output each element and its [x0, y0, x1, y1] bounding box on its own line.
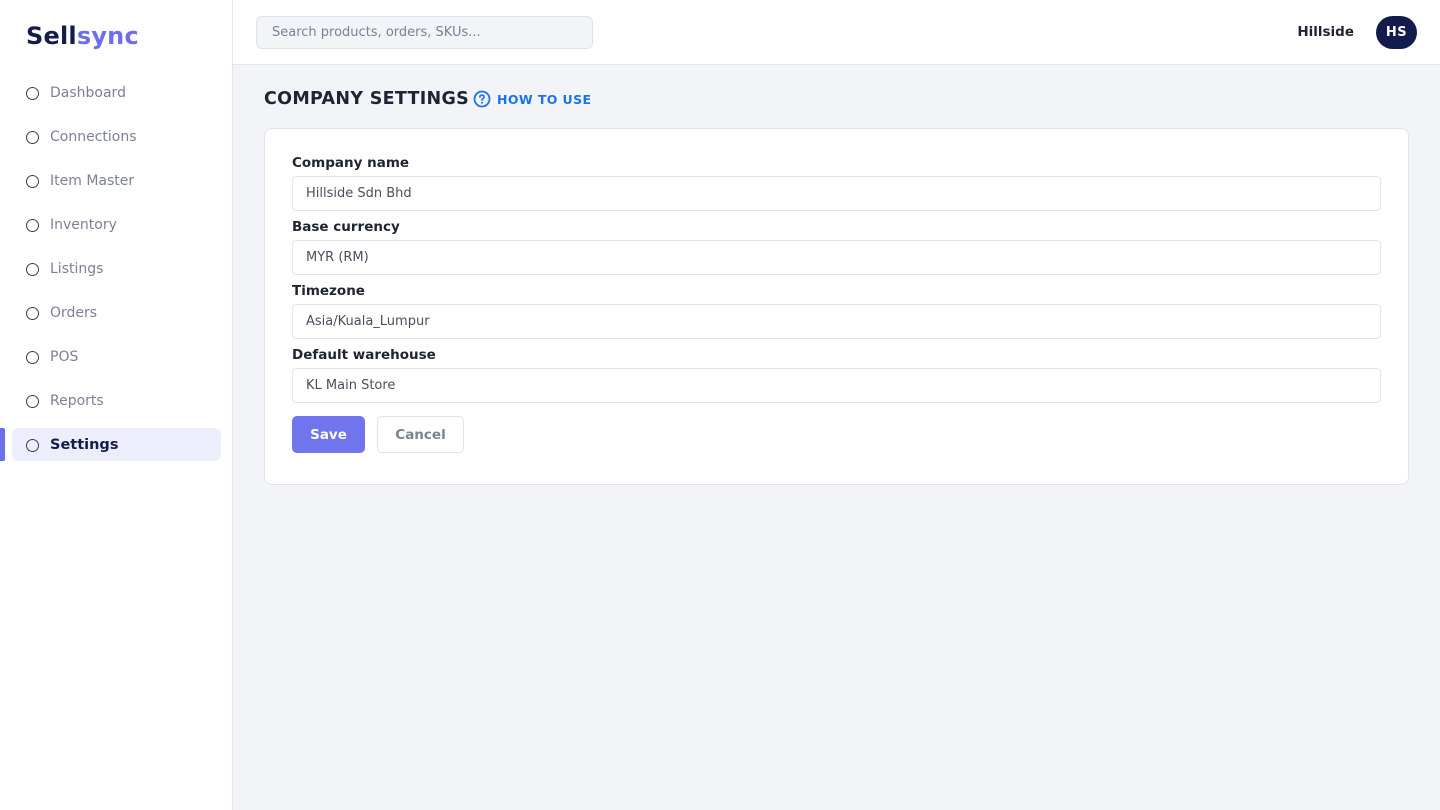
logo-part-2: sync — [76, 22, 139, 50]
default-warehouse-input[interactable] — [292, 368, 1381, 403]
sidebar-item-reports[interactable]: Reports — [0, 384, 232, 418]
help-circle-icon — [473, 90, 491, 108]
base-currency-label: Base currency — [292, 219, 400, 235]
sidebar-item-connections[interactable]: Connections — [0, 120, 232, 154]
save-button[interactable]: Save — [292, 416, 365, 453]
how-to-use-link[interactable]: HOW TO USE — [473, 90, 591, 108]
active-indicator — [0, 428, 5, 461]
search-input[interactable] — [256, 16, 593, 49]
sidebar-item-label: Orders — [50, 305, 98, 321]
sidebar-item-label: Dashboard — [50, 85, 126, 101]
cancel-button[interactable]: Cancel — [377, 416, 464, 453]
sidebar-item-label: Reports — [50, 393, 104, 409]
avatar[interactable]: HS — [1376, 16, 1417, 49]
default-warehouse-label: Default warehouse — [292, 347, 436, 363]
circle-icon — [26, 306, 39, 320]
circle-icon — [26, 130, 39, 144]
circle-icon — [26, 262, 39, 276]
logo-part-1: Sell — [26, 22, 77, 50]
sidebar-item-inventory[interactable]: Inventory — [0, 208, 232, 242]
circle-icon — [26, 86, 39, 100]
sidebar-item-label: Settings — [50, 437, 119, 453]
page-title: COMPANY SETTINGS — [264, 89, 470, 109]
settings-form-card: Company name Base currency Timezone Defa… — [264, 128, 1409, 485]
top-bar: Hillside HS — [233, 0, 1440, 65]
sidebar-item-pos[interactable]: POS — [0, 340, 232, 374]
sidebar-item-listings[interactable]: Listings — [0, 252, 232, 286]
circle-icon — [26, 218, 39, 232]
circle-icon — [26, 394, 39, 408]
company-name-label: Company name — [292, 155, 410, 171]
sidebar-item-label: Item Master — [50, 173, 135, 189]
how-to-use-label: HOW TO USE — [497, 91, 592, 107]
sidebar-item-label: Connections — [50, 129, 137, 145]
timezone-label: Timezone — [292, 283, 365, 299]
circle-icon — [26, 438, 39, 452]
timezone-input[interactable] — [292, 304, 1381, 339]
sidebar: Sellsync Dashboard Connections Item Mast… — [0, 0, 233, 810]
sidebar-item-label: Listings — [50, 261, 104, 277]
sidebar-item-settings[interactable]: Settings — [0, 428, 232, 462]
circle-icon — [26, 350, 39, 364]
sidebar-item-label: POS — [50, 349, 79, 365]
company-name-input[interactable] — [292, 176, 1381, 211]
circle-icon — [26, 174, 39, 188]
sidebar-item-orders[interactable]: Orders — [0, 296, 232, 330]
sidebar-item-label: Inventory — [50, 217, 117, 233]
app-logo[interactable]: Sellsync — [26, 22, 139, 50]
user-name[interactable]: Hillside — [1297, 24, 1354, 40]
sidebar-item-dashboard[interactable]: Dashboard — [0, 76, 232, 110]
base-currency-input[interactable] — [292, 240, 1381, 275]
sidebar-item-item-master[interactable]: Item Master — [0, 164, 232, 198]
sidebar-nav: Dashboard Connections Item Master Invent… — [0, 76, 232, 472]
